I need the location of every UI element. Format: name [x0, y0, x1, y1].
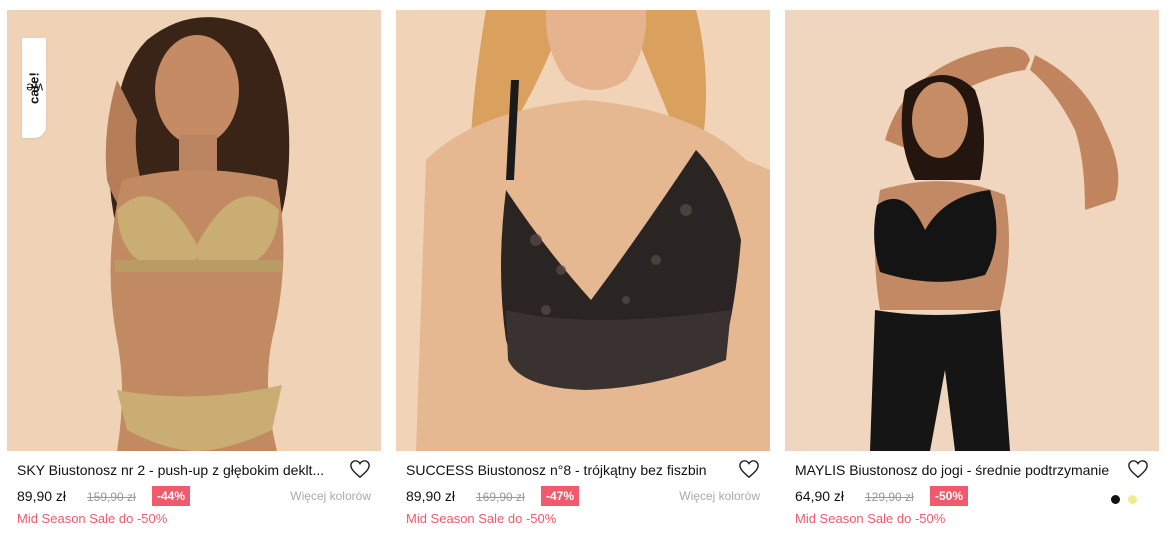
product-title[interactable]: SKY Biustonosz nr 2 - push-up z głębokim… — [17, 461, 337, 479]
product-photo-image — [396, 10, 770, 451]
wecare-badge-prefix: we — [25, 80, 43, 96]
current-price: 89,90 zł — [17, 488, 67, 504]
product-photo[interactable]: we care! — [7, 10, 381, 451]
heart-outline-icon[interactable] — [349, 459, 371, 479]
old-price: 169,90 zł — [476, 490, 525, 504]
product-card-maylis[interactable]: MAYLIS Biustonosz do jogi - średnie podt… — [785, 10, 1159, 535]
product-photo[interactable] — [396, 10, 770, 451]
product-photo-image — [785, 10, 1159, 451]
product-title[interactable]: SUCCESS Biustonosz n°8 - trójkątny bez f… — [406, 461, 726, 479]
current-price: 64,90 zł — [795, 488, 845, 504]
heart-outline-icon[interactable] — [1127, 459, 1149, 479]
promo-text: Mid Season Sale do -50% — [406, 511, 557, 526]
color-swatch-black[interactable] — [1111, 495, 1120, 504]
discount-badge: -47% — [541, 486, 580, 506]
discount-badge: -50% — [930, 486, 969, 506]
color-swatches — [1103, 491, 1137, 504]
product-photo-image — [7, 10, 381, 451]
old-price: 159,90 zł — [87, 490, 136, 504]
product-card-success[interactable]: SUCCESS Biustonosz n°8 - trójkątny bez f… — [396, 10, 770, 535]
product-title[interactable]: MAYLIS Biustonosz do jogi - średnie podt… — [795, 461, 1115, 479]
product-photo[interactable] — [785, 10, 1159, 451]
product-card-sky[interactable]: we care! SKY Biustonosz nr 2 - push-up z … — [7, 10, 381, 535]
heart-outline-icon[interactable] — [738, 459, 760, 479]
more-colors-link[interactable]: Więcej kolorów — [679, 488, 760, 504]
current-price: 89,90 zł — [406, 488, 456, 504]
promo-text: Mid Season Sale do -50% — [795, 511, 946, 526]
wecare-badge: we care! — [22, 38, 46, 138]
old-price: 129,90 zł — [865, 490, 914, 504]
promo-text: Mid Season Sale do -50% — [17, 511, 168, 526]
color-swatch-yellow[interactable] — [1128, 495, 1137, 504]
more-colors-link[interactable]: Więcej kolorów — [290, 488, 371, 504]
discount-badge: -44% — [152, 486, 191, 506]
